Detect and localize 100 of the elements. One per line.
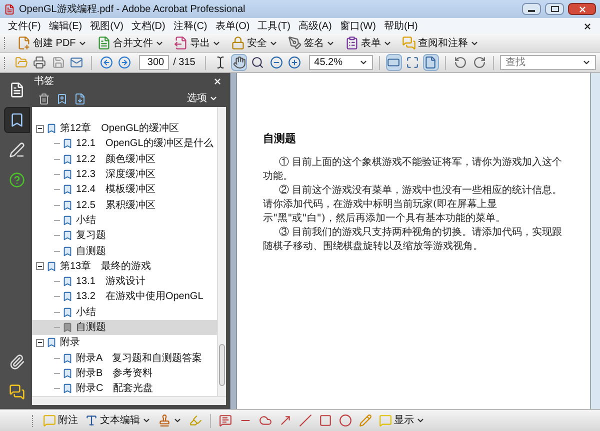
zoom-icon — [251, 56, 264, 69]
bookmark-item[interactable]: 13.2 在游戏中使用OpenGL — [32, 289, 217, 305]
close-button[interactable] — [568, 3, 596, 15]
zoom-out-button[interactable] — [268, 54, 285, 71]
rectangle-icon — [319, 414, 332, 427]
hand-button[interactable] — [230, 54, 248, 71]
file-plus-icon — [17, 36, 31, 50]
menu-item[interactable]: 编辑(E) — [44, 18, 86, 34]
folder-icon — [14, 56, 28, 69]
close-icon[interactable] — [213, 77, 222, 86]
menu-item[interactable]: 高级(A) — [294, 18, 336, 34]
search-field[interactable]: 查找 — [500, 55, 596, 70]
fit-width-button[interactable] — [386, 54, 402, 71]
show-comments-tool[interactable]: 显示 — [376, 412, 428, 429]
bookmark-item[interactable]: 复习题 — [32, 228, 217, 244]
bookmark-item[interactable]: 小结 — [32, 304, 217, 320]
bookmark-item[interactable]: 附录C 配套光盘 — [32, 381, 217, 396]
bookmark-label: 12.4 模板缓冲区 — [76, 182, 156, 198]
bookmark-label: 13.1 游戏设计 — [76, 274, 146, 290]
task-button[interactable]: 导出 — [170, 34, 225, 52]
menu-item[interactable]: 表单(O) — [211, 18, 254, 34]
bookmark-item[interactable]: 12.2 颜色缓冲区 — [32, 152, 217, 167]
bookmark-label: 12.1 OpenGL的缓冲区是什么 — [76, 136, 214, 152]
bookmark-item[interactable]: 附录B 参考资料 — [32, 366, 217, 382]
document-scrollbar[interactable] — [590, 73, 600, 409]
page-paragraph: ② 目前这个游戏没有菜单，游戏中也没有一些相应的统计信息。请你添加代码，在游戏中标明当前玩家(即在屏幕上显示"黑"或"白")，然后再添加一个具有基本功能的菜单。 — [263, 184, 564, 226]
bookmark-item[interactable]: 12.4 模板缓冲区 — [32, 182, 217, 198]
zoom-field[interactable]: 45.2% — [309, 55, 373, 70]
menu-item[interactable]: 文件(F) — [4, 18, 45, 34]
previous-page-button[interactable] — [98, 54, 115, 71]
document-menu-icon[interactable] — [74, 92, 86, 104]
task-button[interactable]: 创建 PDF — [13, 34, 91, 52]
menu-item[interactable]: 工具(T) — [254, 18, 294, 34]
bookmark-item[interactable]: 小结 — [32, 212, 217, 228]
text-edit-icon — [85, 414, 98, 427]
files-icon — [96, 36, 111, 50]
menu-item[interactable]: 视图(V) — [86, 18, 128, 34]
bookmark-icon — [62, 169, 73, 180]
note-tool[interactable]: 附注 — [40, 412, 81, 429]
trash-icon[interactable] — [38, 92, 50, 104]
menu-item[interactable]: 文档(D) — [127, 18, 170, 34]
bookmark-item[interactable]: 自测题 — [32, 320, 217, 336]
bookmark-item[interactable]: 12.5 累积缓冲区 — [32, 197, 217, 213]
maximize-button[interactable] — [545, 3, 564, 15]
bookmark-item[interactable]: 第13章 最终的游戏 — [32, 258, 217, 274]
bookmark-item[interactable]: 13.1 游戏设计 — [32, 274, 217, 290]
rotate-left-icon — [454, 56, 467, 69]
rotate-left-button[interactable] — [452, 54, 469, 71]
new-bookmark-icon[interactable] — [56, 92, 68, 104]
previous-page-icon — [100, 56, 113, 69]
bookmark-label: 第12章 OpenGL的缓冲区 — [60, 122, 179, 136]
bookmark-item[interactable]: 12.3 深度缓冲区 — [32, 166, 217, 182]
horizontal-scrollbar[interactable] — [32, 396, 226, 405]
vertical-scrollbar[interactable] — [217, 107, 226, 396]
speech-bubbles-icon — [9, 384, 25, 400]
menu-item[interactable]: 窗口(W) — [336, 18, 380, 34]
next-page-button[interactable] — [116, 54, 134, 71]
caret-icon — [358, 58, 368, 67]
printer-button[interactable] — [31, 54, 48, 71]
menu-item[interactable]: 注释(C) — [169, 18, 212, 34]
task-button[interactable]: 合并文件 — [92, 34, 168, 52]
minimize-button[interactable] — [522, 3, 541, 15]
pen-icon — [288, 36, 302, 50]
bookmark-label: 12.3 深度缓冲区 — [76, 168, 156, 182]
close-document-icon[interactable] — [583, 22, 592, 30]
bookmark-item[interactable]: 附录A 复习题和自测题答案 — [32, 350, 217, 366]
bookmark-item[interactable]: 自测题 — [32, 243, 217, 259]
task-button[interactable]: 安全 — [226, 34, 282, 52]
single-page-button[interactable] — [422, 54, 440, 71]
collapse-toggle[interactable] — [36, 338, 44, 347]
page-number-field[interactable]: 300 — [139, 55, 170, 70]
paperclip-icon — [9, 354, 25, 370]
page-paragraph: ③ 目前我们的游戏只支持两种视角的切换。请添加代码，实现跟随棋子移动、围绕棋盘旋转以及缩放等游戏视角。 — [263, 226, 564, 254]
fit-page-icon — [406, 56, 419, 69]
fit-page-button[interactable] — [404, 54, 421, 71]
zoom-in-button[interactable] — [286, 54, 304, 71]
collapse-toggle[interactable] — [36, 262, 44, 270]
rotate-right-icon — [472, 56, 486, 69]
bookmark-icon — [9, 112, 25, 128]
bookmark-label: 13.2 在游戏中使用OpenGL — [76, 290, 204, 304]
options-button[interactable]: 选项 — [187, 91, 218, 106]
collapse-toggle[interactable] — [36, 124, 44, 133]
bookmark-label: 附录 — [60, 336, 80, 350]
menu-item[interactable]: 帮助(H) — [380, 18, 422, 34]
bookmark-item[interactable]: 附录 — [32, 335, 217, 350]
next-page-icon — [118, 56, 132, 69]
show-comments-icon — [379, 414, 392, 427]
bookmark-label: 小结 — [76, 214, 96, 228]
text-edit-tool[interactable]: 文本编辑 — [82, 412, 154, 429]
bookmark-icon — [62, 246, 73, 257]
bookmark-label: 12.2 颜色缓冲区 — [76, 152, 156, 167]
window-title: OpenGL游戏编程.pdf - Adobe Acrobat Professional — [19, 2, 246, 16]
task-button[interactable]: 表单 — [340, 34, 396, 52]
bookmark-item[interactable]: 12.1 OpenGL的缓冲区是什么 — [32, 136, 217, 152]
task-button[interactable]: 签名 — [284, 34, 339, 52]
fit-width-icon — [387, 56, 400, 69]
bookmark-tab[interactable] — [4, 107, 30, 133]
bookmark-label: 附录B 参考资料 — [76, 366, 153, 381]
bookmark-item[interactable]: 第12章 OpenGL的缓冲区 — [32, 121, 217, 136]
task-button[interactable]: 查阅和注释 — [398, 34, 483, 52]
